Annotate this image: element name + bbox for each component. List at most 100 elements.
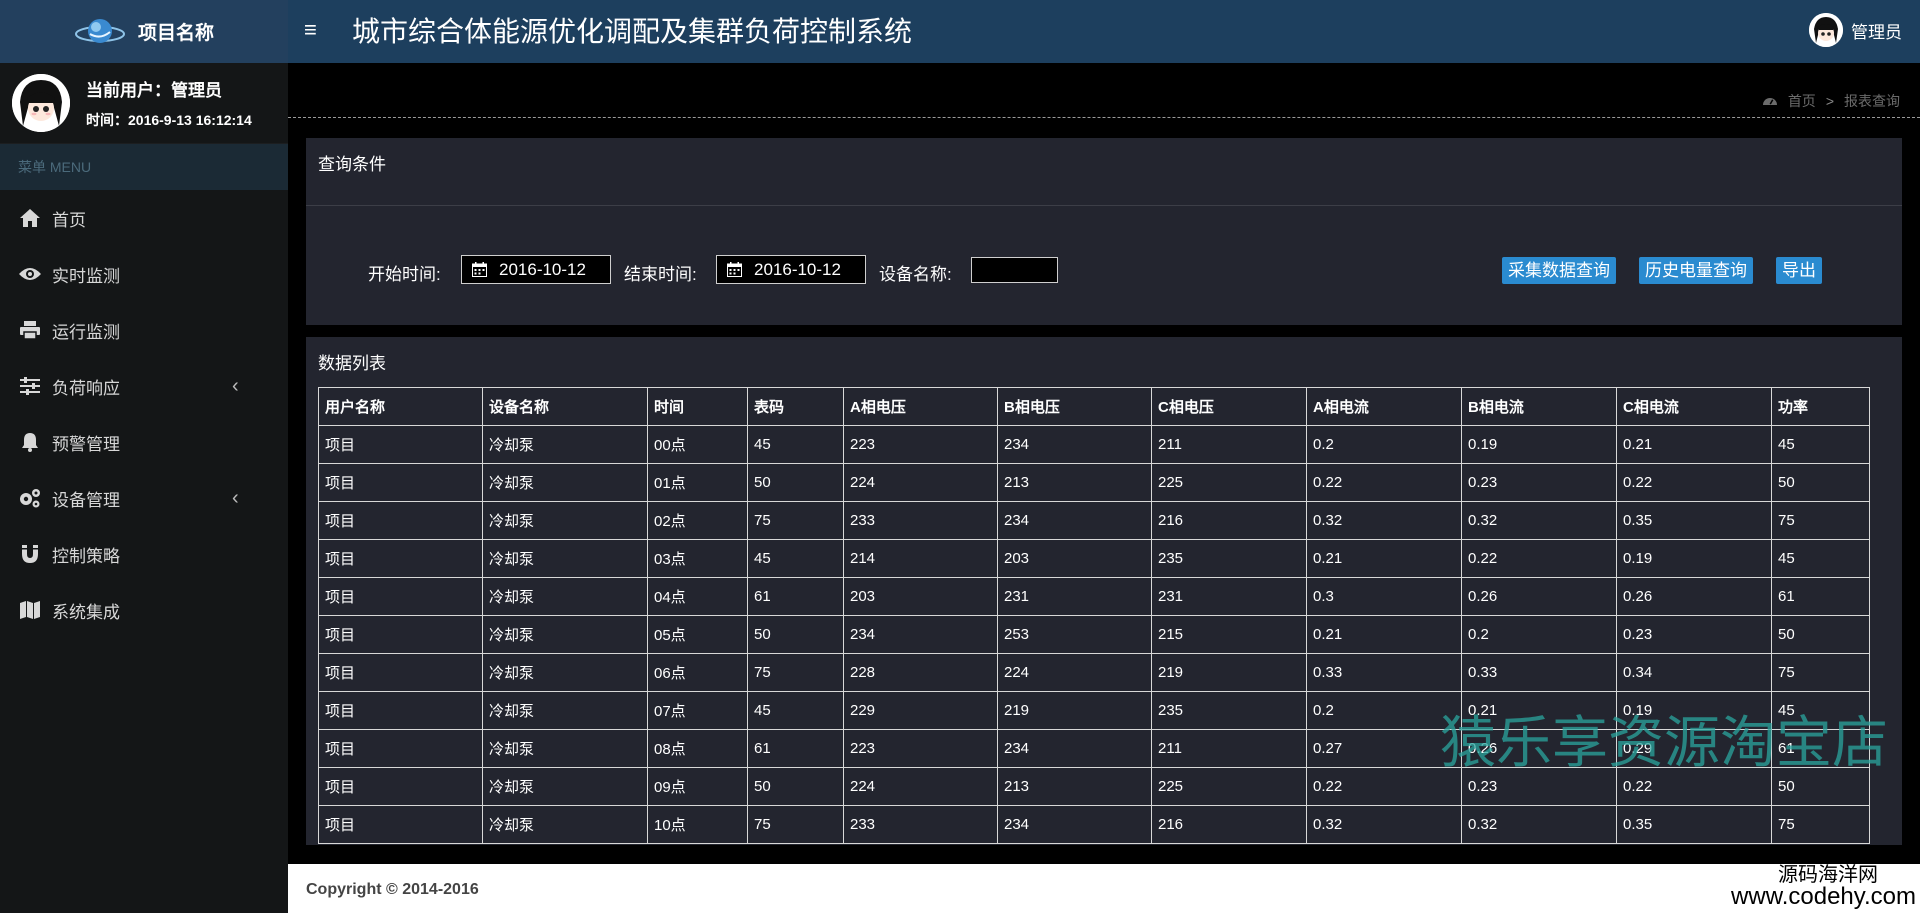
end-time-label: 结束时间: <box>624 265 697 284</box>
table-cell: 02点 <box>647 501 748 540</box>
table-cell: 234 <box>997 729 1152 768</box>
sidebar-item-label: 系统集成 <box>52 602 120 622</box>
table-row: 项目 冷却泵 04点 61 203 231 231 0.3 0.26 0.26 61 <box>318 577 1870 616</box>
sidebar-item-strategy[interactable]: 控制策略 <box>0 526 288 582</box>
table-cell: 61 <box>1771 577 1870 616</box>
table-row: 项目 冷却泵 01点 50 224 213 225 0.22 0.23 0.22 50 <box>318 463 1870 502</box>
table-cell: 45 <box>747 539 844 578</box>
user-panel: 当前用户：管理员 时间：2016-9-13 16:12:14 <box>0 63 288 144</box>
sidebar-item-device[interactable]: 设备管理 ‹ <box>0 470 288 526</box>
user-menu[interactable]: 管理员 <box>1809 13 1902 47</box>
table-cell: 61 <box>1771 729 1870 768</box>
breadcrumb-separator: > <box>1825 93 1834 109</box>
calendar-icon <box>727 262 742 277</box>
sliders-icon <box>18 375 42 397</box>
sidebar-item-home[interactable]: 首页 <box>0 190 288 246</box>
eye-icon <box>18 263 42 285</box>
query-panel-title: 查询条件 <box>306 138 1902 206</box>
data-table: 用户名称 设备名称 时间 表码 A相电压 B相电压 C相电压 A相电流 B相电流… <box>318 387 1870 844</box>
current-user: 当前用户：管理员 <box>86 81 222 100</box>
table-cell: 05点 <box>647 615 748 654</box>
table-cell: 0.22 <box>1616 463 1772 502</box>
table-cell: 09点 <box>647 767 748 806</box>
chevron-left-icon: ‹ <box>232 374 239 397</box>
table-cell: 0.32 <box>1306 501 1462 540</box>
table-cell: 0.21 <box>1616 425 1772 464</box>
table-cell: 00点 <box>647 425 748 464</box>
sidebar-item-label: 首页 <box>52 210 86 230</box>
sidebar-item-label: 设备管理 <box>52 490 120 510</box>
brand-title: 项目名称 <box>137 23 214 44</box>
table-cell: 冷却泵 <box>482 501 648 540</box>
main-content: 首页 > 报表查询 查询条件 开始时间: 2016-10-12 结束时间: 20… <box>288 63 1920 913</box>
table-cell: 225 <box>1151 463 1307 502</box>
breadcrumb-home[interactable]: 首页 <box>1788 91 1816 111</box>
table-row: 项目 冷却泵 06点 75 228 224 219 0.33 0.33 0.34 75 <box>318 653 1870 692</box>
table-row: 项目 冷却泵 08点 61 223 234 211 0.27 0.26 0.29 61 <box>318 729 1870 768</box>
print-icon <box>18 319 42 341</box>
device-name-input[interactable] <box>971 257 1058 283</box>
table-cell: 211 <box>1151 425 1307 464</box>
table-cell: 203 <box>843 577 998 616</box>
table-cell: 冷却泵 <box>482 615 648 654</box>
table-cell: 冷却泵 <box>482 653 648 692</box>
start-date-field[interactable]: 2016-10-12 <box>461 255 611 284</box>
collect-data-query-button[interactable]: 采集数据查询 <box>1502 257 1616 284</box>
table-cell: 冷却泵 <box>482 729 648 768</box>
table-cell: 项目 <box>318 425 483 464</box>
sidebar-item-label: 预警管理 <box>52 434 120 454</box>
table-cell: 0.2 <box>1461 615 1617 654</box>
table-cell: 235 <box>1151 539 1307 578</box>
table-cell: 215 <box>1151 615 1307 654</box>
table-cell: 223 <box>843 425 998 464</box>
menu-toggle-icon[interactable]: ≡ <box>304 17 317 43</box>
column-header: B相电流 <box>1461 387 1617 426</box>
system-title: 城市综合体能源优化调配及集群负荷控制系统 <box>352 15 913 48</box>
sidebar: 当前用户：管理员 时间：2016-9-13 16:12:14 菜单 MENU 首… <box>0 63 288 913</box>
brand[interactable]: 项目名称 <box>0 0 288 63</box>
breadcrumb-current: 报表查询 <box>1844 93 1900 109</box>
table-row: 项目 冷却泵 09点 50 224 213 225 0.22 0.23 0.22 50 <box>318 767 1870 806</box>
sidebar-item-integration[interactable]: 系统集成 <box>0 582 288 638</box>
bell-icon <box>18 431 42 453</box>
table-cell: 211 <box>1151 729 1307 768</box>
table-cell: 项目 <box>318 577 483 616</box>
device-name-label: 设备名称: <box>879 265 952 284</box>
table-cell: 228 <box>843 653 998 692</box>
sidebar-item-operation[interactable]: 运行监测 <box>0 302 288 358</box>
sidebar-item-load-response[interactable]: 负荷响应 ‹ <box>0 358 288 414</box>
table-cell: 冷却泵 <box>482 463 648 502</box>
avatar <box>12 74 70 132</box>
column-header: 时间 <box>647 387 748 426</box>
table-cell: 50 <box>1771 463 1870 502</box>
table-cell: 224 <box>843 767 998 806</box>
table-cell: 项目 <box>318 501 483 540</box>
table-cell: 项目 <box>318 463 483 502</box>
table-cell: 0.21 <box>1306 539 1462 578</box>
table-cell: 216 <box>1151 501 1307 540</box>
table-cell: 项目 <box>318 729 483 768</box>
table-cell: 225 <box>1151 767 1307 806</box>
table-cell: 231 <box>997 577 1152 616</box>
magnet-icon <box>18 543 42 565</box>
table-cell: 冷却泵 <box>482 805 648 844</box>
breadcrumb-bar: 首页 > 报表查询 <box>288 63 1920 118</box>
table-cell: 75 <box>747 653 844 692</box>
table-cell: 50 <box>1771 615 1870 654</box>
table-cell: 233 <box>843 501 998 540</box>
table-cell: 0.23 <box>1461 767 1617 806</box>
table-cell: 项目 <box>318 615 483 654</box>
table-cell: 229 <box>843 691 998 730</box>
query-panel: 查询条件 开始时间: 2016-10-12 结束时间: 2016-10-12 设… <box>306 138 1902 325</box>
sidebar-item-label: 控制策略 <box>52 546 120 566</box>
end-date-field[interactable]: 2016-10-12 <box>716 255 866 284</box>
table-cell: 216 <box>1151 805 1307 844</box>
sidebar-item-realtime[interactable]: 实时监测 <box>0 246 288 302</box>
export-button[interactable]: 导出 <box>1776 257 1822 284</box>
table-cell: 0.33 <box>1461 653 1617 692</box>
sidebar-item-warning[interactable]: 预警管理 <box>0 414 288 470</box>
table-cell: 项目 <box>318 767 483 806</box>
history-power-query-button[interactable]: 历史电量查询 <box>1639 257 1753 284</box>
column-header: 功率 <box>1771 387 1870 426</box>
table-cell: 75 <box>747 501 844 540</box>
